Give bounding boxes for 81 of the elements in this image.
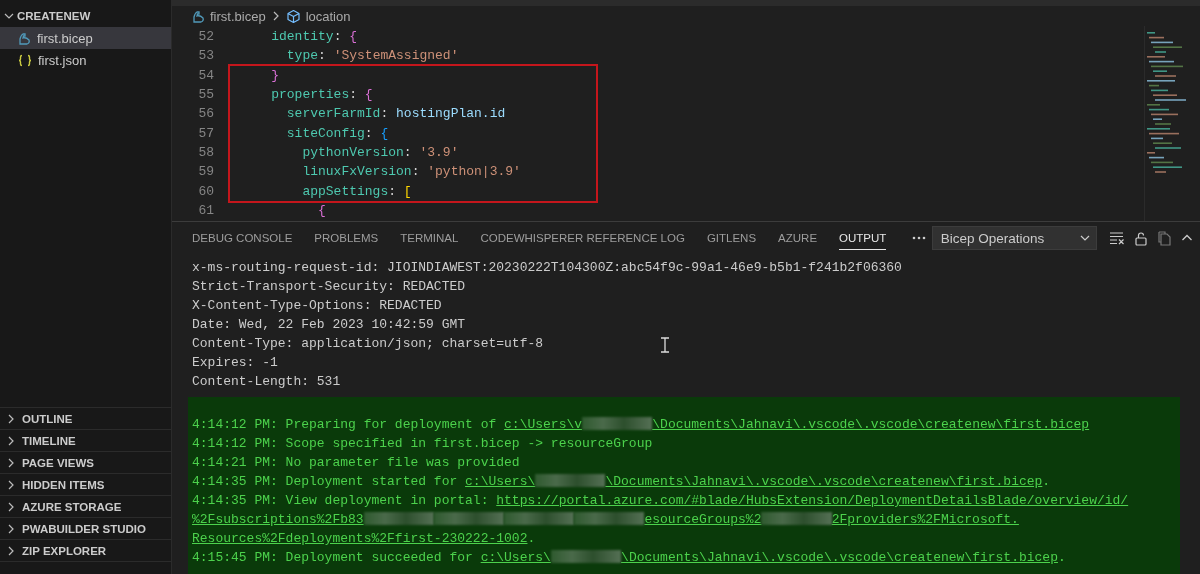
output-text: .: [1057, 550, 1066, 565]
line-number: 55: [197, 86, 214, 104]
bicep-icon: [192, 9, 205, 23]
panel-tab[interactable]: DEBUG CONSOLE: [192, 226, 293, 250]
file-link[interactable]: 2Fproviders%2FMicrosoft.: [831, 512, 1019, 527]
output-text: Content-Type: application/json; charset=utf-8: [192, 336, 544, 351]
code-line: appSettings: [: [228, 181, 598, 203]
redaction-blur: [433, 512, 505, 525]
panel-tab[interactable]: CODEWHISPERER REFERENCE LOG: [480, 226, 685, 250]
output-text: Content-Length: 531: [192, 374, 341, 389]
file-item[interactable]: first.json: [0, 49, 171, 71]
line-number: 58: [197, 143, 214, 162]
output-text: Strict-Transport-Security: REDACTED: [192, 279, 466, 294]
file-link[interactable]: c:\Users\: [465, 474, 536, 489]
panel-tab[interactable]: PROBLEMS: [314, 226, 379, 250]
file-link[interactable]: \Documents\Jahnavi\.vscode\.vscode\createnew\first.bicep: [652, 417, 1090, 432]
code-line: pythonVersion: '3.9': [228, 142, 598, 163]
output-text: 4:14:21 PM: No parameter file was provided: [192, 455, 520, 470]
file-link[interactable]: \Documents\Jahnavi\.vscode\.vscode\createnew\first.bicep: [605, 474, 1043, 489]
breadcrumb-item[interactable]: first.bicep: [210, 8, 266, 24]
breadcrumb-item[interactable]: location: [305, 8, 351, 24]
line-number: 59: [197, 163, 214, 182]
output-text: 4:14:35 PM: Deployment started for: [192, 474, 459, 489]
explorer-section-header[interactable]: CREATENEW: [0, 5, 171, 27]
output-text: .: [1042, 474, 1051, 489]
section-header[interactable]: TIMELINE: [0, 429, 171, 451]
output-text: 4:15:45 PM: Deployment succeeded for: [192, 550, 474, 565]
redaction-blur: [504, 512, 575, 525]
code-line: siteConfig: {: [228, 123, 598, 143]
redaction-blur: [761, 512, 832, 525]
file-link[interactable]: %2Fsubscriptions%2Fb83: [192, 512, 364, 527]
section-header[interactable]: PAGE VIEWS: [0, 451, 171, 473]
output-text: 4:14:12 PM: Scope specified in first.bicep -> resourceGroup: [192, 436, 653, 451]
output-text: X-Content-Type-Options: REDACTED: [192, 298, 442, 313]
file-link[interactable]: \Documents\Jahnavi\.vscode\.vscode\createnew\first.bicep: [621, 550, 1058, 565]
cube-icon: [285, 8, 301, 24]
panel-tab[interactable]: OUTPUT: [839, 226, 887, 250]
file-link[interactable]: https://portal.azure.com/#blade/HubsExtension/DeploymentDetailsBlade/overview/id/: [496, 493, 1129, 508]
section-header[interactable]: HIDDEN ITEMS: [0, 473, 171, 495]
channel-dropdown[interactable]: Bicep Operations: [931, 226, 1097, 250]
line-number: 52: [197, 28, 214, 46]
line-number: 53: [197, 47, 214, 66]
line-number: 60: [197, 182, 214, 201]
redaction-blur: [550, 550, 622, 563]
code-line: serverFarmId: hostingPlan.id: [228, 104, 598, 124]
braces-icon: [18, 53, 32, 67]
text-cursor-icon: [660, 337, 670, 353]
panel-tab[interactable]: AZURE: [778, 226, 818, 250]
section-header[interactable]: ZIP EXPLORER: [0, 539, 171, 561]
file-link[interactable]: c:\Users\v: [504, 417, 583, 432]
redaction-blur: [363, 512, 434, 525]
panel-tab[interactable]: GITLENS: [706, 226, 757, 250]
redaction-blur: [582, 417, 653, 430]
output-text: 4:14:12 PM: Preparing for deployment of: [192, 417, 498, 432]
file-item[interactable]: first.bicep: [0, 27, 171, 49]
chevron-down-icon: [1079, 233, 1090, 243]
line-number: 56: [197, 105, 214, 124]
code-line: identity: {: [270, 28, 359, 46]
file-link[interactable]: esourceGroups%2: [644, 512, 762, 527]
line-number: 61: [197, 201, 214, 220]
output-text: x-ms-routing-request-id: JIOINDIAWEST:20230222T104300Z:abc54f9c-99a1-46e9-b5b1-f241b2f06360: [192, 260, 902, 275]
code-line: }: [228, 63, 598, 85]
code-line: {: [317, 201, 327, 220]
line-number: 57: [197, 124, 214, 143]
code-line: properties: {: [228, 85, 598, 105]
output-text: Expires: -1: [192, 355, 278, 370]
redaction-blur: [535, 474, 606, 487]
panel-tab[interactable]: TERMINAL: [400, 226, 459, 250]
code-line: type: 'SystemAssigned': [285, 47, 460, 66]
output-text: .: [527, 531, 536, 546]
code-line: linuxFxVersion: 'python|3.9': [228, 162, 598, 182]
file-link[interactable]: Resources%2Fdeployments%2Ffirst-230222-1002: [192, 531, 528, 546]
line-number: 54: [197, 66, 214, 85]
output-text: 4:14:35 PM: View deployment in portal:: [192, 493, 490, 508]
file-link[interactable]: c:\Users\: [480, 550, 551, 565]
bicep-icon: [18, 31, 31, 45]
section-header[interactable]: OUTLINE: [0, 407, 171, 429]
output-text: Date: Wed, 22 Feb 2023 10:42:59 GMT: [192, 317, 466, 332]
redaction-blur: [574, 512, 645, 525]
section-header[interactable]: PWABUILDER STUDIO: [0, 517, 171, 539]
section-header[interactable]: AZURE STORAGE: [0, 495, 171, 517]
